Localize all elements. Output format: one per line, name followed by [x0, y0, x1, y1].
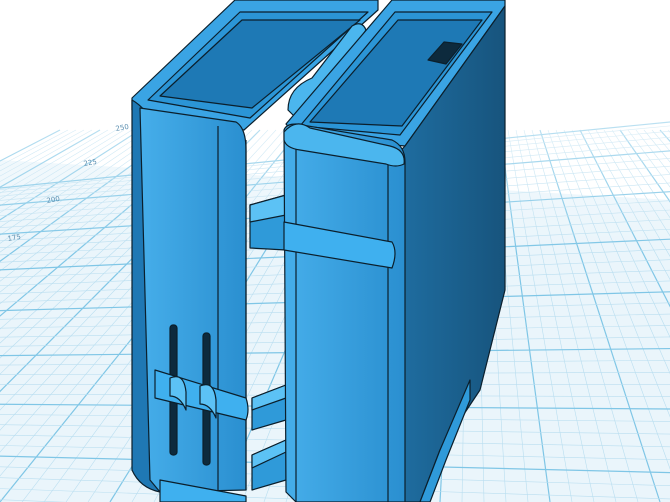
3d-viewport[interactable]: 250 225 200 175	[0, 0, 670, 502]
cad-model[interactable]	[131, 0, 506, 502]
scene-canvas[interactable]: 250 225 200 175	[0, 0, 670, 502]
